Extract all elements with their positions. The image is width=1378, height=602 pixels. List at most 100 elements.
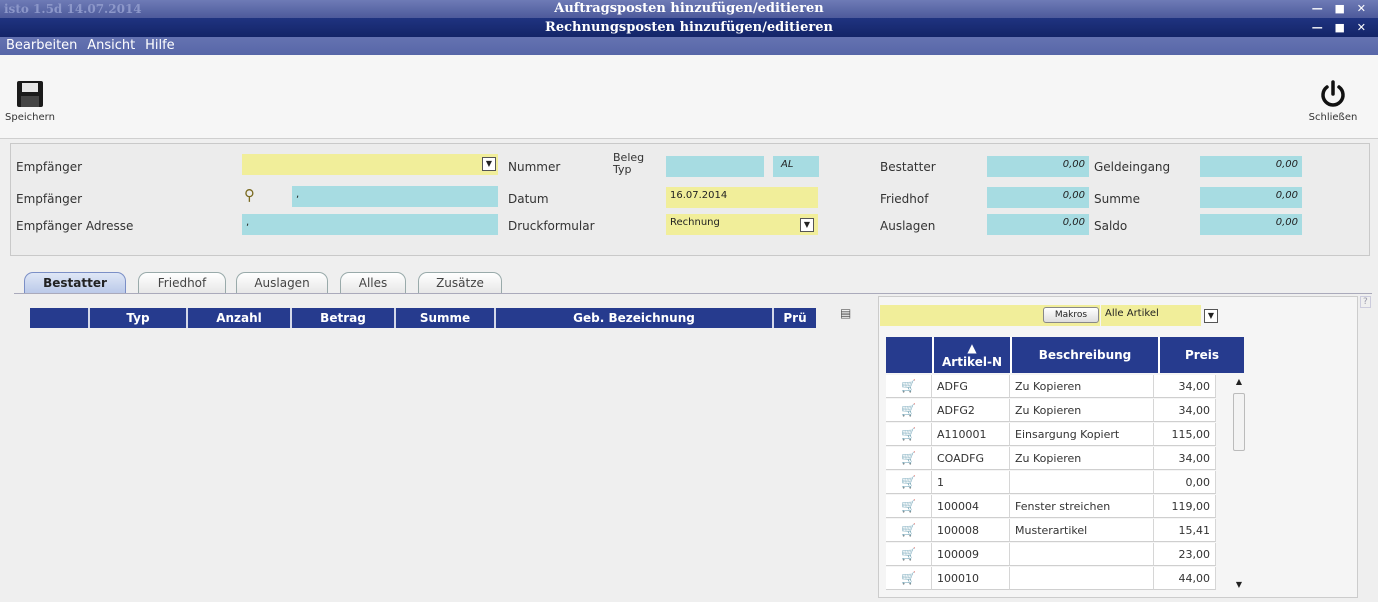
bestatter-label: Bestatter bbox=[880, 160, 936, 174]
scrollbar-thumb[interactable] bbox=[1233, 393, 1245, 451]
tab-zusaetze[interactable]: Zusätze bbox=[418, 272, 502, 294]
header-artikel-nr-label: Artikel-N bbox=[942, 355, 1002, 369]
empfaenger-field[interactable]: , bbox=[292, 186, 498, 207]
outer-window-title: Auftragsposten hinzufügen/editieren bbox=[554, 1, 824, 16]
article-desc: Einsargung Kopiert bbox=[1010, 423, 1154, 446]
chevron-down-icon[interactable]: ▼ bbox=[800, 218, 814, 232]
cart-add-icon[interactable]: 🛒 bbox=[886, 543, 932, 566]
cart-add-icon[interactable]: 🛒 bbox=[886, 567, 932, 590]
article-desc: Zu Kopieren bbox=[1010, 447, 1154, 470]
close-button[interactable]: Schließen bbox=[1300, 79, 1366, 123]
article-desc bbox=[1010, 567, 1154, 590]
menubar: Bearbeiten Ansicht Hilfe bbox=[0, 37, 1378, 55]
nummer-field[interactable] bbox=[666, 156, 764, 177]
chevron-down-icon[interactable]: ▼ bbox=[482, 157, 496, 171]
article-desc bbox=[1010, 471, 1154, 494]
header-artikel-nr[interactable]: ▲ Artikel-N bbox=[932, 337, 1010, 373]
header-geb-bezeichnung[interactable]: Geb. Bezeichnung bbox=[494, 308, 772, 328]
article-desc bbox=[1010, 543, 1154, 566]
cart-add-icon[interactable]: 🛒 bbox=[886, 447, 932, 470]
cart-add-icon[interactable]: 🛒 bbox=[886, 399, 932, 422]
datum-field[interactable]: 16.07.2014 bbox=[666, 187, 818, 208]
inner-window-title: Rechnungsposten hinzufügen/editieren bbox=[545, 20, 833, 35]
saldo-value: 0,00 bbox=[1200, 214, 1302, 235]
makros-button[interactable]: Makros bbox=[1043, 307, 1099, 323]
article-nr: ADFG bbox=[932, 375, 1010, 398]
article-price: 15,41 bbox=[1154, 519, 1216, 542]
article-nr: 100008 bbox=[932, 519, 1010, 542]
chevron-down-icon[interactable]: ▼ bbox=[1204, 309, 1218, 323]
header-cart bbox=[886, 337, 932, 373]
sort-up-icon: ▲ bbox=[967, 341, 977, 355]
summe-value: 0,00 bbox=[1200, 187, 1302, 208]
article-price: 115,00 bbox=[1154, 423, 1216, 446]
article-desc: Zu Kopieren bbox=[1010, 399, 1154, 422]
cart-add-icon[interactable]: 🛒 bbox=[886, 495, 932, 518]
positions-table-header: Typ Anzahl Betrag Summe Geb. Bezeichnung… bbox=[30, 308, 816, 328]
tab-auslagen[interactable]: Auslagen bbox=[236, 272, 328, 294]
adresse-label: Empfänger Adresse bbox=[16, 219, 134, 233]
bestatter-value: 0,00 bbox=[987, 156, 1089, 177]
nummer-label: Nummer bbox=[508, 160, 561, 174]
outer-window-titlebar: isto 1.5d 14.07.2014 Auftragsposten hinz… bbox=[0, 0, 1378, 18]
article-price: 119,00 bbox=[1154, 495, 1216, 518]
close-label: Schließen bbox=[1308, 112, 1358, 123]
article-filter-select[interactable]: Alle Artikel bbox=[1101, 305, 1201, 326]
inner-window-controls[interactable]: — ■ ✕ bbox=[1312, 18, 1370, 37]
article-nr: 1 bbox=[932, 471, 1010, 494]
cart-add-icon[interactable]: 🛒 bbox=[886, 519, 932, 542]
inner-window-titlebar: Rechnungsposten hinzufügen/editieren — ■… bbox=[0, 18, 1378, 37]
menu-bearbeiten[interactable]: Bearbeiten bbox=[6, 38, 77, 53]
article-price: 44,00 bbox=[1154, 567, 1216, 590]
article-list-icon[interactable]: ▤ bbox=[840, 306, 851, 320]
druckformular-select[interactable]: Rechnung bbox=[666, 214, 818, 235]
cart-add-icon[interactable]: 🛒 bbox=[886, 375, 932, 398]
article-price: 34,00 bbox=[1154, 375, 1216, 398]
menu-hilfe[interactable]: Hilfe bbox=[145, 38, 175, 53]
article-desc: Musterartikel bbox=[1010, 519, 1154, 542]
power-icon bbox=[1321, 80, 1345, 107]
belegtyp-label: Beleg Typ bbox=[613, 151, 645, 176]
friedhof-value: 0,00 bbox=[987, 187, 1089, 208]
scroll-down-icon[interactable]: ▼ bbox=[1232, 580, 1246, 589]
summe-label: Summe bbox=[1094, 192, 1140, 206]
header-summe[interactable]: Summe bbox=[394, 308, 494, 328]
header-anzahl[interactable]: Anzahl bbox=[186, 308, 290, 328]
article-scrollbar[interactable]: ▲ ▼ bbox=[1232, 377, 1246, 589]
search-icon[interactable]: ⚲ bbox=[244, 186, 255, 204]
help-icon[interactable]: ? bbox=[1360, 296, 1371, 308]
geldeingang-label: Geldeingang bbox=[1094, 160, 1171, 174]
empfaenger-select[interactable] bbox=[242, 154, 498, 175]
tab-friedhof[interactable]: Friedhof bbox=[138, 272, 226, 294]
header-preis[interactable]: Preis bbox=[1158, 337, 1244, 373]
adresse-field[interactable]: , bbox=[242, 214, 498, 235]
article-nr: 100009 bbox=[932, 543, 1010, 566]
saldo-label: Saldo bbox=[1094, 219, 1128, 233]
save-label: Speichern bbox=[5, 112, 55, 123]
cart-add-icon[interactable]: 🛒 bbox=[886, 471, 932, 494]
druckformular-label: Druckformular bbox=[508, 219, 595, 233]
toolbar: Speichern Schließen bbox=[0, 55, 1378, 139]
article-nr: 100010 bbox=[932, 567, 1010, 590]
article-desc: Fenster streichen bbox=[1010, 495, 1154, 518]
cart-add-icon[interactable]: 🛒 bbox=[886, 423, 932, 446]
header-beschreibung[interactable]: Beschreibung bbox=[1010, 337, 1158, 373]
article-nr: A110001 bbox=[932, 423, 1010, 446]
save-button[interactable]: Speichern bbox=[2, 79, 58, 123]
scroll-up-icon[interactable]: ▲ bbox=[1232, 377, 1246, 386]
outer-window-controls[interactable]: — ■ ✕ bbox=[1312, 0, 1370, 18]
menu-ansicht[interactable]: Ansicht bbox=[87, 38, 135, 53]
auslagen-value: 0,00 bbox=[987, 214, 1089, 235]
datum-label: Datum bbox=[508, 192, 549, 206]
empfaenger-label: Empfänger bbox=[16, 160, 83, 174]
tab-alles[interactable]: Alles bbox=[340, 272, 406, 294]
belegtyp-field[interactable]: AL bbox=[773, 156, 819, 177]
header-betrag[interactable]: Betrag bbox=[290, 308, 394, 328]
header-select[interactable] bbox=[30, 308, 88, 328]
header-pruef[interactable]: Prü bbox=[772, 308, 816, 328]
geldeingang-value: 0,00 bbox=[1200, 156, 1302, 177]
outer-version-label: isto 1.5d 14.07.2014 bbox=[4, 2, 142, 16]
tab-bestatter[interactable]: Bestatter bbox=[24, 272, 126, 294]
header-typ[interactable]: Typ bbox=[88, 308, 186, 328]
article-price: 34,00 bbox=[1154, 447, 1216, 470]
